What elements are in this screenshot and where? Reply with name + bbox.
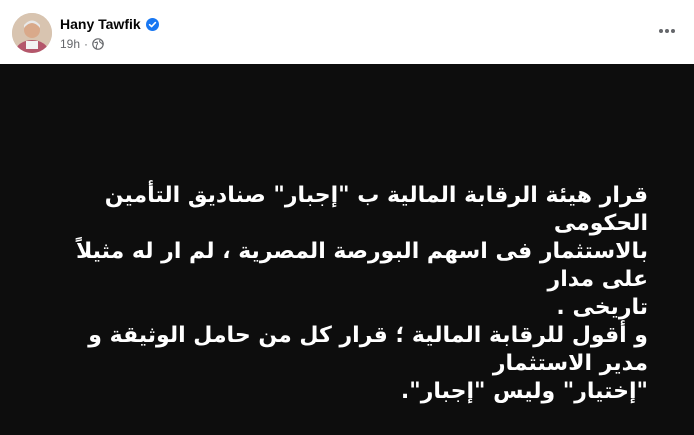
verified-badge-icon <box>145 17 159 31</box>
post-text-line: تاريخى . <box>556 295 648 320</box>
post-text-line: قرار هيئة الرقابة المالية ب "إجبار" صناد… <box>104 183 648 236</box>
post-text-line: "إختيار" وليس "إجبار". <box>400 379 648 404</box>
meta-separator: · <box>84 37 89 51</box>
post-header: Hany Tawfik 19h · <box>0 0 694 64</box>
author-name[interactable]: Hany Tawfik <box>60 16 141 32</box>
timestamp[interactable]: 19h <box>60 37 80 51</box>
post-text-line: بالاستثمار فى اسهم البورصة المصرية ، لم … <box>75 239 648 292</box>
globe-icon[interactable] <box>92 38 104 50</box>
post-text: قرار هيئة الرقابة المالية ب "إجبار" صناد… <box>40 182 648 406</box>
post-text-line: و أقول للرقابة المالية ؛ قرار كل من حامل… <box>88 323 648 376</box>
avatar[interactable] <box>12 13 52 53</box>
more-horizontal-icon <box>659 29 675 33</box>
post-meta: 19h · <box>60 36 104 52</box>
author-row: Hany Tawfik <box>60 15 159 33</box>
avatar-image <box>12 13 52 53</box>
more-options-button[interactable] <box>654 18 680 44</box>
post-text-background[interactable]: قرار هيئة الرقابة المالية ب "إجبار" صناد… <box>0 64 694 435</box>
